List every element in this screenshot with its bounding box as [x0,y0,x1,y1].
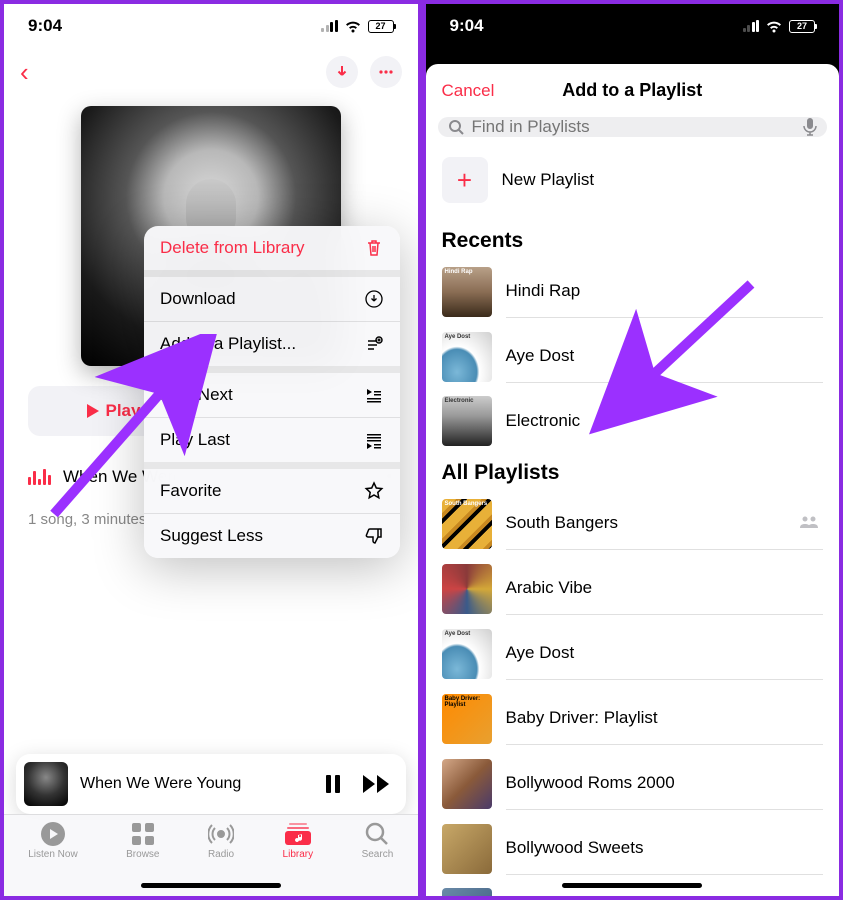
mini-player-title: When We Were Young [80,775,310,793]
playlist-artwork [442,564,492,614]
playlist-artwork: South Bangers [442,499,492,549]
home-indicator[interactable] [562,883,702,888]
download-button[interactable] [326,56,358,88]
menu-add-playlist[interactable]: Add to a Playlist... [144,322,400,373]
playlist-item[interactable]: South Bangers South Bangers [426,491,840,556]
playlist-artwork: Baby Driver: Playlist [442,694,492,744]
now-playing-bars-icon [28,469,51,485]
playlist-artwork: Aye Dost [442,332,492,382]
search-input[interactable] [472,117,796,137]
playlist-item[interactable]: Baby Driver: Playlist Baby Driver: Playl… [426,686,840,751]
back-button[interactable]: ‹ [20,57,29,88]
menu-play-next[interactable]: Play Next [144,373,400,418]
playlist-item[interactable]: Arabic Vibe [426,556,840,621]
search-icon [448,119,464,135]
battery-icon: 27 [368,20,394,33]
menu-download[interactable]: Download [144,277,400,322]
playlist-name: Aye Dost [506,627,824,680]
playlist-artwork: Aye Dost [442,629,492,679]
tab-search[interactable]: Search [362,821,394,896]
thumbs-down-icon [364,526,384,546]
dictation-icon[interactable] [803,118,817,136]
playlist-name: Bollywood Vibes [506,887,824,896]
all-playlists-heading: All Playlists [426,453,840,491]
download-arrow-icon [334,64,350,80]
cellular-icon [743,20,760,32]
playlist-name: Bollywood Roms 2000 [506,757,824,810]
phone-left: 9:04 27 ‹ Play When We Were Young ••• [0,0,422,900]
search-box[interactable] [438,117,828,137]
play-next-icon [364,385,384,405]
more-button[interactable] [370,56,402,88]
menu-play-last[interactable]: Play Last [144,418,400,469]
playlist-item[interactable]: Electronic Electronic [426,389,840,453]
cellular-icon [321,20,338,32]
play-icon [86,403,100,419]
status-bar: 9:04 27 [4,4,418,48]
playlist-item[interactable]: Bollywood Roms 2000 [426,751,840,816]
battery-icon: 27 [789,20,815,33]
playlist-item[interactable]: Aye Dost Aye Dost [426,324,840,389]
playlist-artwork [442,759,492,809]
playlist-artwork [442,824,492,874]
nav-bar: ‹ [4,48,418,96]
status-icons: 27 [743,20,816,33]
playlist-name: Arabic Vibe [506,562,824,615]
status-time: 9:04 [28,16,62,36]
playlist-artwork [442,888,492,896]
radio-icon [208,821,234,847]
recents-heading: Recents [426,221,840,259]
playlist-artwork: Electronic [442,396,492,446]
sheet-header: Cancel Add to a Playlist [426,64,840,117]
play-last-icon [364,430,384,450]
trash-icon [364,238,384,258]
all-playlists-list: South Bangers South Bangers Arabic Vibe … [426,491,840,896]
phone-right: 9:04 27 Cancel Add to a Playlist + New P… [422,0,843,900]
cancel-button[interactable]: Cancel [442,81,495,101]
status-bar: 9:04 27 [426,4,840,48]
mini-player-artwork [24,762,68,806]
add-to-playlist-sheet: Cancel Add to a Playlist + New Playlist … [426,64,840,896]
tab-listen-now[interactable]: Listen Now [28,821,77,896]
playlist-name: Hindi Rap [506,265,824,318]
home-indicator[interactable] [141,883,281,888]
plus-icon: + [442,157,488,203]
playlist-name: Aye Dost [506,330,824,383]
tab-bar: Listen Now Browse Radio Library Search [4,814,418,896]
wifi-icon [765,20,783,33]
star-icon [364,481,384,501]
playlist-artwork: Hindi Rap [442,267,492,317]
menu-delete[interactable]: Delete from Library [144,226,400,277]
playlist-name: Bollywood Sweets [506,822,824,875]
status-icons: 27 [321,20,394,33]
library-icon [285,821,311,847]
wifi-icon [344,20,362,33]
ellipsis-icon [378,64,394,80]
sheet-title: Add to a Playlist [562,80,702,101]
pause-button[interactable] [322,773,344,795]
skip-forward-button[interactable] [362,773,392,795]
playlist-item[interactable]: Aye Dost Aye Dost [426,621,840,686]
mini-player[interactable]: When We Were Young [16,754,406,814]
play-circle-icon [40,821,66,847]
playlist-name: South Bangers [506,497,824,550]
shared-icon [799,515,819,529]
recents-list: Hindi Rap Hindi Rap Aye Dost Aye Dost El… [426,259,840,453]
playlist-item[interactable]: Hindi Rap Hindi Rap [426,259,840,324]
search-icon [364,821,390,847]
add-to-playlist-icon [364,334,384,354]
download-circle-icon [364,289,384,309]
playlist-item[interactable]: Bollywood Sweets [426,816,840,881]
status-time: 9:04 [450,16,484,36]
playlist-name: Baby Driver: Playlist [506,692,824,745]
menu-suggest-less[interactable]: Suggest Less [144,514,400,558]
context-menu: Delete from Library Download Add to a Pl… [144,226,400,558]
playlist-name: Electronic [506,395,824,447]
grid-icon [130,821,156,847]
tab-library[interactable]: Library [283,821,314,896]
menu-favorite[interactable]: Favorite [144,469,400,514]
new-playlist-button[interactable]: + New Playlist [426,149,840,221]
